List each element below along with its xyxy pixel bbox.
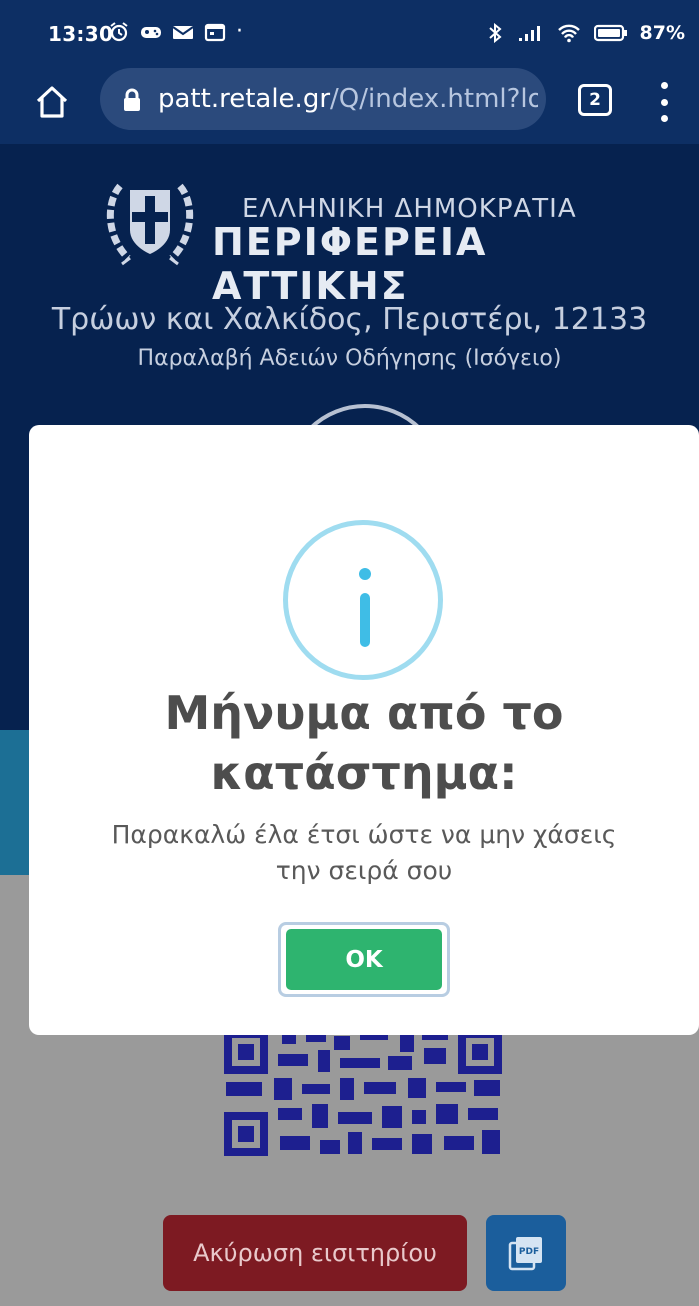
info-icon-bar [360,593,370,647]
pdf-icon: PDF [508,1237,542,1271]
bluetooth-icon [488,23,502,43]
battery-percentage: 87% [639,22,685,44]
url-domain: patt.retale.gr [158,84,331,114]
dialog-title: Μήνυμα από το κατάστημα: [164,686,564,800]
system-icons: 87% [484,22,685,44]
home-icon [36,86,68,118]
dialog-message: Παρακαλώ έλα έτσι ώστε να μην χάσεις την… [111,820,617,885]
info-icon-dot [359,568,371,580]
browser-toolbar: patt.retale.gr/Q/index.html?lo 2 [0,62,699,144]
cancel-ticket-button[interactable]: Ακύρωση εισιτηρίου [163,1215,467,1291]
ok-button-focus-ring: OK [278,922,450,997]
signal-icon [518,26,540,41]
url-path: /Q/index.html?lo [330,84,538,114]
service-name: Παραλαβή Αδειών Οδήγησης (Ισόγειο) [137,346,562,371]
battery-icon [593,24,627,42]
pdf-icon-label: PDF [519,1247,539,1257]
home-button[interactable] [30,80,74,124]
store-address: Τρώων και Χαλκίδος, Περιστέρι, 12133 [51,302,648,337]
pdf-download-button[interactable]: PDF [486,1215,566,1291]
lock-icon [124,88,140,111]
calendar-icon [204,23,226,42]
mail-icon [172,26,194,39]
tab-switcher-button[interactable]: 2 [578,84,612,116]
notification-icons: · [108,19,243,44]
status-bar: 13:30 · 87% [0,0,699,62]
address-bar[interactable]: patt.retale.gr/Q/index.html?lo [100,68,546,130]
qr-code [224,1030,502,1156]
menu-dot [660,115,668,122]
coat-of-arms-logo [106,183,194,266]
url-text: patt.retale.gr/Q/index.html?lo [158,84,538,114]
alarm-icon [110,22,128,42]
menu-dot [660,82,668,89]
more-menu-button[interactable] [656,82,672,122]
ok-button[interactable]: OK [286,929,442,990]
message-dialog: Μήνυμα από το κατάστημα: Παρακαλώ έλα έτ… [29,425,699,1035]
wifi-icon [557,24,580,43]
more-notifications-icon: · [236,19,243,44]
menu-dot [660,98,668,106]
game-icon [141,27,161,38]
gov-title-line2: ΠΕΡΙΦΕΡΕΙΑ ΑΤΤΙΚΗΣ [212,220,488,308]
status-time: 13:30 [48,22,114,46]
info-icon [283,520,443,680]
